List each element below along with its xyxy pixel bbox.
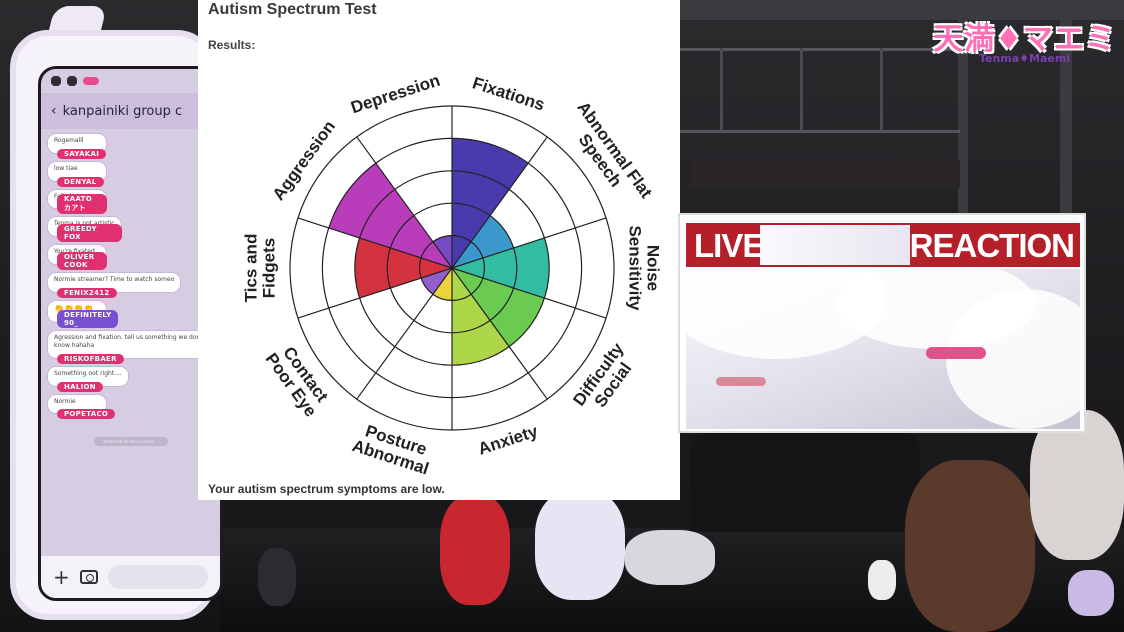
message-username: HALION <box>57 381 103 392</box>
radar-axis-label-line: Fidgets <box>259 238 278 298</box>
status-bar <box>41 69 220 93</box>
phone-frame: ‹ kanpainiki group c Rogemalll SAYAKAI low… <box>10 30 223 620</box>
radar-axis-label-line: Aggression <box>269 117 339 204</box>
message-input[interactable] <box>107 565 208 589</box>
gorilla-figure <box>258 548 296 606</box>
radar-axis-label-line: Tics and <box>241 234 260 303</box>
radar-axis-label: Aggression <box>269 117 339 204</box>
test-results-panel: Autism Spectrum Test Results: Fixations A… <box>198 0 680 500</box>
camera-dot-icon <box>51 76 61 86</box>
white-cat-figure <box>535 490 625 600</box>
character-eye-left <box>716 377 766 386</box>
sensor-dot-icon <box>67 76 77 86</box>
character-eye <box>926 347 986 359</box>
banner-character-peek <box>760 225 910 265</box>
live-reaction-banner: LIVE REACTION <box>686 223 1080 267</box>
chat-message: Normie POPETACO <box>47 393 116 420</box>
message-username: FENIX2412 <box>57 287 117 298</box>
live-word: LIVE <box>694 227 764 264</box>
chat-message: Normie streamer? Time to watch someo FENI… <box>47 271 182 298</box>
railing-post <box>720 48 723 130</box>
notch-pill-icon <box>83 77 99 85</box>
radar-axis-label: NoiseSensitivity <box>626 225 663 311</box>
reaction-camera-shot <box>686 269 1080 429</box>
message-username: SAYAKAI <box>57 148 107 159</box>
chat-message: 👏👏👏👏 DEFINITELY 90_ <box>47 299 119 329</box>
channel-logo: 天満♦マエミ Tenma♦Maemi <box>933 14 1116 65</box>
chat-message: Something not right.... HALION <box>47 365 129 392</box>
message-username: RISKOFBAER <box>57 353 124 364</box>
radar-axis-label: Tics and Fidgets <box>241 234 278 303</box>
camera-icon[interactable] <box>79 570 98 584</box>
radar-axis-label-line: Noise <box>644 245 663 291</box>
mask-prop <box>625 530 715 585</box>
chat-title: kanpainiki group c <box>62 103 183 119</box>
chat-header: ‹ kanpainiki group c <box>41 93 220 129</box>
radar-axis-label: AbnormalPosture <box>350 421 431 478</box>
radar-axis-label: Abnormal FlatSpeech <box>573 98 656 202</box>
loft-floor <box>690 160 960 188</box>
message-composer: + <box>41 556 220 598</box>
chat-message: You're fixatedOLIVER COOK <box>47 244 107 270</box>
railing-post <box>800 48 803 130</box>
chat-message: Rogemalll SAYAKAI <box>47 133 107 159</box>
gaming-chair <box>690 432 920 532</box>
man-figure <box>905 460 1035 632</box>
reaction-word: REACTION <box>909 227 1075 264</box>
message-username: DEFINITELY 90_ <box>57 310 119 329</box>
message-list[interactable]: RogemalllSAYAKAIlow tiaeDENYALFailedKAAT… <box>41 129 220 425</box>
chat-message: FailedKAATO カアト <box>47 188 107 215</box>
chat-message: Agression and fixation. tell us somethin… <box>47 330 214 364</box>
message-username: OLIVER COOK <box>57 251 107 270</box>
chat-message: low tiae DENYAL <box>47 160 107 187</box>
plush-figure <box>1068 570 1114 616</box>
radar-axis-label: Poor EyeContact <box>262 343 332 420</box>
result-verdict: Your autism spectrum symptoms are low. <box>208 482 445 496</box>
radar-axis-label-line: Depression <box>348 71 442 118</box>
system-note: produced for fun in some... <box>93 437 168 447</box>
small-cat-figure <box>868 560 896 600</box>
back-arrow-icon[interactable]: ‹ <box>51 103 57 119</box>
radar-axis-label: Depression <box>348 71 442 118</box>
chat-message: Tenma is not artisticGREEDY FOX <box>47 216 122 243</box>
red-figure <box>440 495 510 605</box>
chat-screen: ‹ kanpainiki group c Rogemalll SAYAKAI low… <box>38 66 223 601</box>
railing-post <box>880 48 883 130</box>
message-username: KAATO カアト <box>57 194 107 215</box>
live-reaction-overlay: LIVE REACTION <box>678 213 1086 433</box>
radar-axis-label: SocialDifficulty <box>569 339 635 411</box>
spectrum-radar-chart: FixationsAbnormal FlatSpeechNoiseSensiti… <box>241 71 663 479</box>
message-username: POPETACO <box>57 409 116 420</box>
message-username: GREEDY FOX <box>57 224 122 243</box>
message-username: DENYAL <box>57 176 104 187</box>
radar-axis-label-line: Sensitivity <box>626 225 645 311</box>
plus-icon[interactable]: + <box>53 565 70 589</box>
railing-lower <box>680 130 960 133</box>
